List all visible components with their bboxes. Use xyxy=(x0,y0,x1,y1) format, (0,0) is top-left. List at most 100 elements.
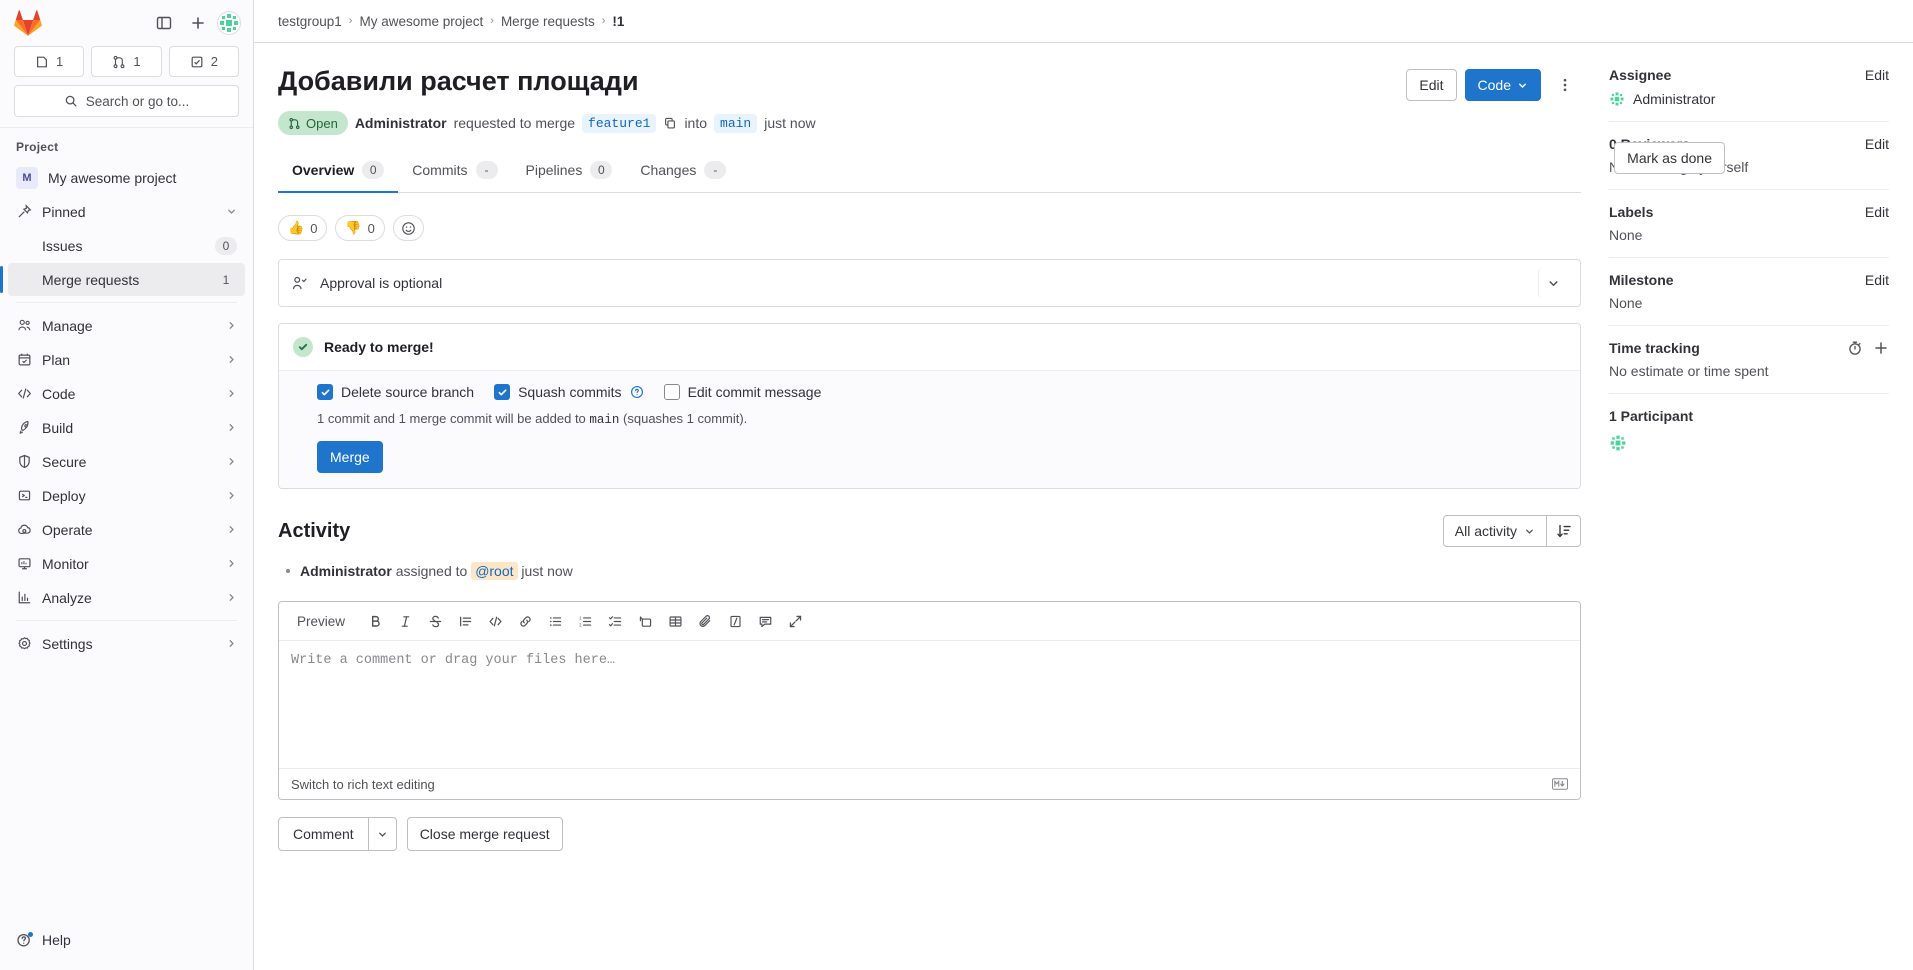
chevron-right-icon xyxy=(226,638,237,649)
sidebar-item-monitor[interactable]: Monitor xyxy=(8,547,245,580)
plus-icon[interactable] xyxy=(1873,340,1889,356)
comment-button[interactable]: Comment xyxy=(278,817,369,851)
activity-filter-group: All activity xyxy=(1443,515,1581,547)
question-circle-icon[interactable] xyxy=(630,385,644,399)
sidebar-item-plan[interactable]: Plan xyxy=(8,343,245,376)
chevron-down-icon[interactable] xyxy=(1538,268,1568,298)
checkbox-box xyxy=(317,384,333,400)
sidebar-item-build[interactable]: Build xyxy=(8,411,245,444)
tab-changes[interactable]: Changes - xyxy=(626,151,740,193)
todos-count[interactable]: 2 xyxy=(169,46,239,77)
breadcrumb-item-project[interactable]: My awesome project xyxy=(359,14,483,29)
comment-actions: Comment Close merge request xyxy=(278,817,1581,891)
status-badge-label: Open xyxy=(306,116,338,131)
activity-filter-label: All activity xyxy=(1455,523,1517,539)
breadcrumb: testgroup1 › My awesome project › Merge … xyxy=(254,0,1913,43)
activity-sort-button[interactable] xyxy=(1547,515,1581,547)
squash-commits-checkbox[interactable]: Squash commits xyxy=(494,384,643,400)
more-actions-button[interactable] xyxy=(1549,69,1581,101)
labels-edit-button[interactable]: Edit xyxy=(1865,204,1889,220)
user-avatar[interactable] xyxy=(217,11,241,35)
code-button[interactable]: Code xyxy=(1465,69,1541,101)
search-placeholder-text: Search or go to... xyxy=(86,94,190,109)
delete-source-branch-checkbox[interactable]: Delete source branch xyxy=(317,384,474,400)
chevron-down-icon xyxy=(377,829,388,840)
tab-overview[interactable]: Overview 0 xyxy=(278,151,398,193)
search-input[interactable]: Search or go to... xyxy=(14,85,239,117)
target-branch-chip[interactable]: main xyxy=(714,114,757,133)
merge-request-open-icon xyxy=(288,117,301,130)
assignee-edit-button[interactable]: Edit xyxy=(1865,67,1889,83)
thumbsdown-reaction[interactable]: 👎 0 xyxy=(335,215,384,241)
merge-button[interactable]: Merge xyxy=(317,441,383,473)
stopwatch-icon[interactable] xyxy=(1847,340,1863,356)
thumbsup-count: 0 xyxy=(310,221,317,236)
close-merge-request-button[interactable]: Close merge request xyxy=(407,817,563,851)
sidebar-item-help[interactable]: Help xyxy=(0,922,253,958)
fullscreen-icon[interactable] xyxy=(781,607,809,635)
reviewers-edit-button[interactable]: Edit xyxy=(1865,136,1889,152)
approval-row[interactable]: Approval is optional xyxy=(279,260,1580,306)
edit-button[interactable]: Edit xyxy=(1406,69,1456,101)
preview-button[interactable]: Preview xyxy=(289,610,353,633)
activity-filter-dropdown[interactable]: All activity xyxy=(1443,515,1547,547)
sidebar-item-manage[interactable]: Manage xyxy=(8,309,245,342)
code-icon[interactable] xyxy=(481,607,509,635)
checklist-icon[interactable] xyxy=(601,607,629,635)
attachment-icon[interactable] xyxy=(691,607,719,635)
sidebar-item-issues[interactable]: Issues 0 xyxy=(8,229,245,262)
italic-icon[interactable] xyxy=(391,607,419,635)
switch-rich-text-link[interactable]: Switch to rich text editing xyxy=(291,777,435,792)
issues-count[interactable]: 1 xyxy=(14,46,84,77)
bold-icon[interactable] xyxy=(361,607,389,635)
sidebar-item-label-code: Code xyxy=(42,386,216,402)
breadcrumb-item-current[interactable]: !1 xyxy=(612,14,624,29)
breadcrumb-item-merge-requests[interactable]: Merge requests xyxy=(501,14,595,29)
plus-icon[interactable] xyxy=(183,8,213,38)
gitlab-logo-icon[interactable] xyxy=(14,9,42,37)
markdown-icon[interactable] xyxy=(1552,778,1568,790)
link-icon[interactable] xyxy=(511,607,539,635)
chevron-right-icon xyxy=(226,592,237,603)
comment-icon[interactable] xyxy=(751,607,779,635)
bullet-list-icon[interactable] xyxy=(541,607,569,635)
merge-requests-count[interactable]: 1 xyxy=(91,46,161,77)
tab-commits[interactable]: Commits - xyxy=(398,151,511,193)
sidebar-item-analyze[interactable]: Analyze xyxy=(8,581,245,614)
note-user: Administrator xyxy=(300,563,392,579)
sidebar-item-operate[interactable]: Operate xyxy=(8,513,245,546)
milestone-block: Milestone Edit None xyxy=(1609,258,1889,326)
breadcrumb-item-group[interactable]: testgroup1 xyxy=(278,14,342,29)
mark-as-done-button[interactable]: Mark as done xyxy=(1614,142,1725,174)
sidebar-item-code[interactable]: Code xyxy=(8,377,245,410)
source-branch-chip[interactable]: feature1 xyxy=(582,114,656,133)
users-icon xyxy=(16,318,32,334)
sidebar-section-title: Project xyxy=(0,132,253,160)
indent-icon[interactable] xyxy=(631,607,659,635)
chevron-right-icon xyxy=(226,354,237,365)
comment-dropdown-button[interactable] xyxy=(369,817,397,851)
add-emoji-icon[interactable] xyxy=(393,215,424,241)
copy-branch-icon[interactable] xyxy=(663,116,677,130)
note-mention[interactable]: @root xyxy=(471,562,517,580)
comment-input[interactable]: Write a comment or drag your files here… xyxy=(279,641,1580,768)
sidebar-item-pinned[interactable]: Pinned xyxy=(8,195,245,228)
sidebar-item-settings[interactable]: Settings xyxy=(8,627,245,660)
table-icon[interactable] xyxy=(661,607,689,635)
sidebar-item-secure[interactable]: Secure xyxy=(8,445,245,478)
numbered-list-icon[interactable]: 1 2 xyxy=(571,607,599,635)
sidebar-item-merge-requests[interactable]: Merge requests 1 xyxy=(8,263,245,296)
assignee-user[interactable]: Administrator xyxy=(1609,91,1889,107)
avatar[interactable] xyxy=(1609,434,1627,452)
edit-commit-message-checkbox[interactable]: Edit commit message xyxy=(664,384,822,400)
sidebar-item-project[interactable]: M My awesome project xyxy=(8,161,245,194)
tab-pipelines[interactable]: Pipelines 0 xyxy=(512,151,627,193)
sidebar-item-deploy[interactable]: Deploy xyxy=(8,479,245,512)
sidebar-toggle-icon[interactable] xyxy=(149,8,179,38)
quote-icon[interactable] xyxy=(451,607,479,635)
thumbsup-reaction[interactable]: 👍 0 xyxy=(278,215,327,241)
strikethrough-icon[interactable] xyxy=(421,607,449,635)
milestone-edit-button[interactable]: Edit xyxy=(1865,272,1889,288)
assignee-name: Administrator xyxy=(1633,91,1715,107)
media-icon[interactable] xyxy=(721,607,749,635)
